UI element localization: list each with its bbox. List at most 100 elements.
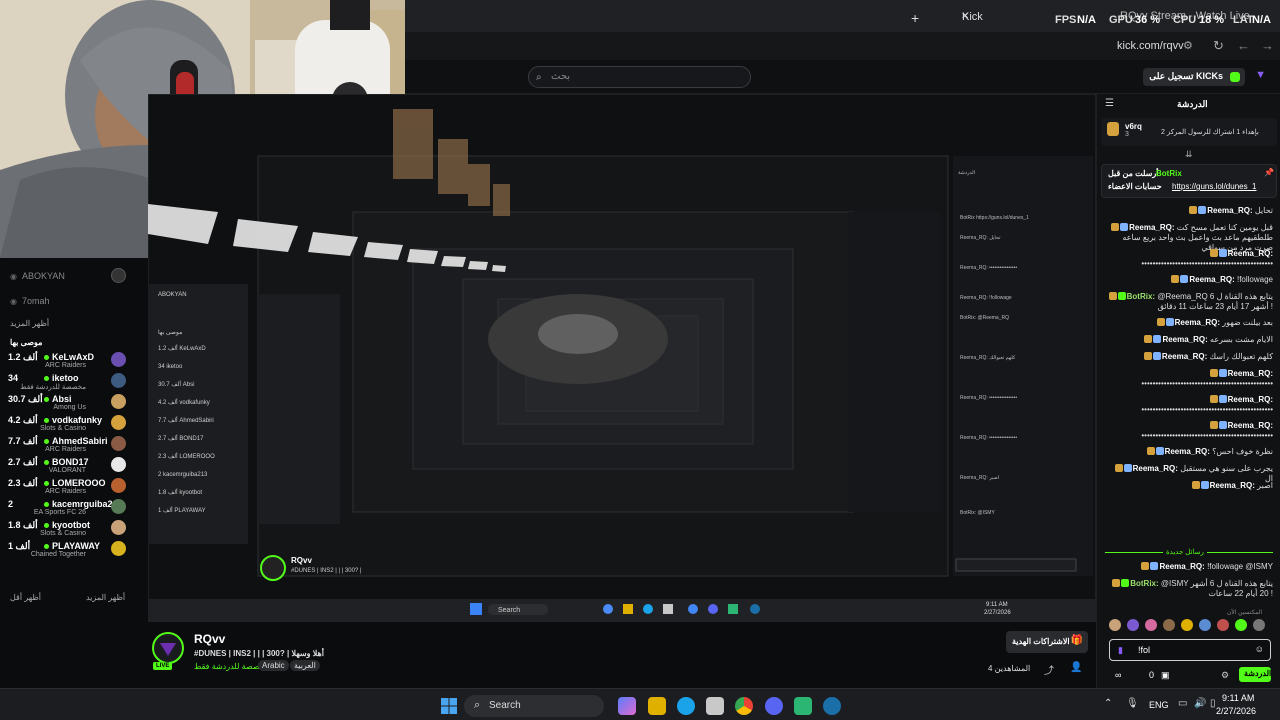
pinned-user[interactable]: v6rq xyxy=(1125,122,1142,131)
scroll-down-icon[interactable]: ⇊ xyxy=(1185,149,1193,160)
sidebar-channel[interactable]: 34 iketoo مخصصة للدردشة فقط xyxy=(0,373,148,395)
chat-username[interactable]: BotRix: xyxy=(1130,579,1158,588)
url-field[interactable]: kick.com/rqvv xyxy=(1117,40,1184,52)
emoji-icon[interactable]: ☺ xyxy=(1255,644,1264,654)
tag-arabic-ar[interactable]: العربية xyxy=(290,660,320,671)
followed-channel-7omah[interactable]: ◉ 7omah xyxy=(0,295,148,317)
sub-badge-icon xyxy=(1209,421,1218,429)
sidebar-channel[interactable]: 1 ألف PLAYAWAY Chained Together xyxy=(0,541,148,563)
search-input[interactable]: بحث xyxy=(528,66,751,88)
taskbar-search[interactable]: ⌕ Search xyxy=(464,695,604,717)
chat-username[interactable]: Reema_RQ: xyxy=(1165,447,1210,456)
store-icon[interactable] xyxy=(706,697,724,715)
chat-text: ••••••••••••••••••••••••••••••••••••••••… xyxy=(1141,259,1273,268)
volume-icon[interactable]: 🔊 xyxy=(1194,698,1206,709)
avatar-logo-icon xyxy=(160,643,176,656)
chat-username[interactable]: Reema_RQ: xyxy=(1133,464,1178,473)
kick-logo-icon xyxy=(1230,72,1240,82)
chat-username[interactable]: Reema_RQ: xyxy=(1162,335,1207,344)
clock-date[interactable]: 2/27/2026 xyxy=(1216,706,1256,716)
chat-username[interactable]: Reema_RQ: xyxy=(1175,318,1220,327)
infinity-icon[interactable]: ∞ xyxy=(1115,670,1121,680)
chat-text: الايام مشت بسرعه xyxy=(1210,335,1273,344)
chat-username[interactable]: Reema_RQ: xyxy=(1228,369,1273,378)
gift-subs-label: الاشتراكات الهدية xyxy=(1012,637,1070,646)
user-badge-icon xyxy=(1123,464,1132,472)
emote-row xyxy=(1109,619,1265,631)
chat-input[interactable]: ▮ !fol ☺ xyxy=(1109,639,1271,661)
sidebar-channel[interactable]: 2.7 ألف BOND17 VALORANT xyxy=(0,457,148,479)
channel-name: AhmedSabiri xyxy=(52,436,108,446)
reload-icon[interactable]: ↻ xyxy=(1213,38,1224,54)
live-dot-icon xyxy=(44,418,49,423)
tray-chevron-icon[interactable]: ⌃ xyxy=(1104,698,1112,709)
channel-name[interactable]: RQvv xyxy=(194,632,225,646)
chrome-icon[interactable] xyxy=(735,697,753,715)
chat-username[interactable]: Reema_RQ: xyxy=(1228,421,1273,430)
channel-name: iketoo xyxy=(52,373,79,383)
announce-user[interactable]: BotRix xyxy=(1156,169,1182,178)
sub-badge-icon xyxy=(1191,481,1200,489)
collapse-chat-icon[interactable]: ☰ xyxy=(1105,98,1114,109)
discord-icon[interactable] xyxy=(765,697,783,715)
tag-arabic[interactable]: Arabic xyxy=(258,660,289,671)
network-icon[interactable]: ▭ xyxy=(1178,698,1187,709)
sidebar-channel[interactable]: 2 kacemrguiba213 EA Sports FC 26 xyxy=(0,499,148,521)
clock-time[interactable]: 9:11 AM xyxy=(1222,693,1254,703)
stream-player[interactable]: ABOKYAN موصى بها 1.2 ألف KeLwAxD 34 iket… xyxy=(148,94,1096,622)
steam-icon[interactable] xyxy=(823,697,841,715)
chat-username[interactable]: BotRix: xyxy=(1127,292,1155,301)
show-less-link[interactable]: أظهر أقل xyxy=(10,593,41,602)
site-settings-icon[interactable]: ⚙ xyxy=(1183,39,1193,52)
forward-icon[interactable]: → xyxy=(1261,38,1274,53)
svg-text:BotRix https://guns.lol/dunes_: BotRix https://guns.lol/dunes_1 xyxy=(960,215,1029,221)
chat-username[interactable]: Reema_RQ: xyxy=(1228,249,1273,258)
file-explorer-icon[interactable] xyxy=(648,697,666,715)
sub-badge-icon xyxy=(1108,292,1117,300)
chat-username[interactable]: Reema_RQ: xyxy=(1162,352,1207,361)
language-indicator[interactable]: ENG xyxy=(1149,700,1169,710)
edge-icon[interactable] xyxy=(677,697,695,715)
show-more-link[interactable]: أظهر المزيد xyxy=(10,319,49,328)
filter-icon[interactable]: ▼ xyxy=(1255,69,1266,81)
send-button[interactable]: الدردشة xyxy=(1239,667,1271,682)
sidebar-channel[interactable]: 4.2 ألف vodkafunky Slots & Casino xyxy=(0,415,148,437)
contributor-emotes xyxy=(1105,618,1273,632)
pin-icon[interactable]: 📌 xyxy=(1264,168,1274,177)
taskbar-search-label: Search xyxy=(489,700,521,711)
new-tab-button[interactable]: + xyxy=(911,10,919,26)
sidebar-channel[interactable]: 1.2 ألف KeLwAxD ARC Raiders xyxy=(0,352,148,374)
channel-category: ARC Raiders xyxy=(45,446,86,453)
follow-icon[interactable]: 👤 xyxy=(1070,662,1082,673)
share-icon[interactable]: ⤴ xyxy=(1044,662,1054,677)
show-more-bottom-link[interactable]: أظهر المزيد xyxy=(86,593,125,602)
kick-app-icon[interactable] xyxy=(794,697,812,715)
chat-username[interactable]: Reema_RQ: xyxy=(1210,481,1255,490)
sidebar-channel[interactable]: 30.7 ألف Absi Among Us xyxy=(0,394,148,416)
sidebar-channel[interactable]: 7.7 ألف AhmedSabiri ARC Raiders xyxy=(0,436,148,458)
back-icon[interactable]: ← xyxy=(1237,38,1250,53)
points-icon[interactable]: ▣ xyxy=(1161,670,1170,681)
sidebar-channel[interactable]: 1.8 ألف kyootbot Slots & Casino xyxy=(0,520,148,542)
channel-avatar[interactable] xyxy=(152,632,184,664)
copilot-icon[interactable] xyxy=(618,697,636,715)
new-messages-label: رسائل جديدة xyxy=(1163,548,1207,556)
chat-username[interactable]: Reema_RQ: xyxy=(1159,562,1204,571)
login-button[interactable]: تسجيل على KICKs xyxy=(1143,68,1245,86)
battery-icon[interactable]: ▯ xyxy=(1210,698,1216,709)
chat-username[interactable]: Reema_RQ: xyxy=(1129,223,1174,232)
tab-label[interactable]: Kick xyxy=(962,11,983,23)
live-dot-icon xyxy=(44,355,49,360)
mic-tray-icon[interactable]: 🎙 xyxy=(1126,698,1139,709)
user-badge-icon xyxy=(1165,318,1174,326)
chat-username[interactable]: Reema_RQ: xyxy=(1207,206,1252,215)
sidebar-channel[interactable]: 2.3 ألف LOMEROOO ARC Raiders xyxy=(0,478,148,500)
gift-subs-button[interactable]: الاشتراكات الهدية 🎁 xyxy=(1006,631,1088,653)
announce-link[interactable]: https://guns.lol/dunes_1 xyxy=(1172,182,1257,191)
chat-username[interactable]: Reema_RQ: xyxy=(1189,275,1234,284)
chat-input-value: !fol xyxy=(1138,645,1151,655)
chat-username[interactable]: Reema_RQ: xyxy=(1228,395,1273,404)
followed-channel-abokyan[interactable]: ◉ ABOKYAN xyxy=(0,268,148,292)
settings-icon[interactable]: ⚙ xyxy=(1221,670,1229,681)
start-button[interactable] xyxy=(440,697,458,715)
